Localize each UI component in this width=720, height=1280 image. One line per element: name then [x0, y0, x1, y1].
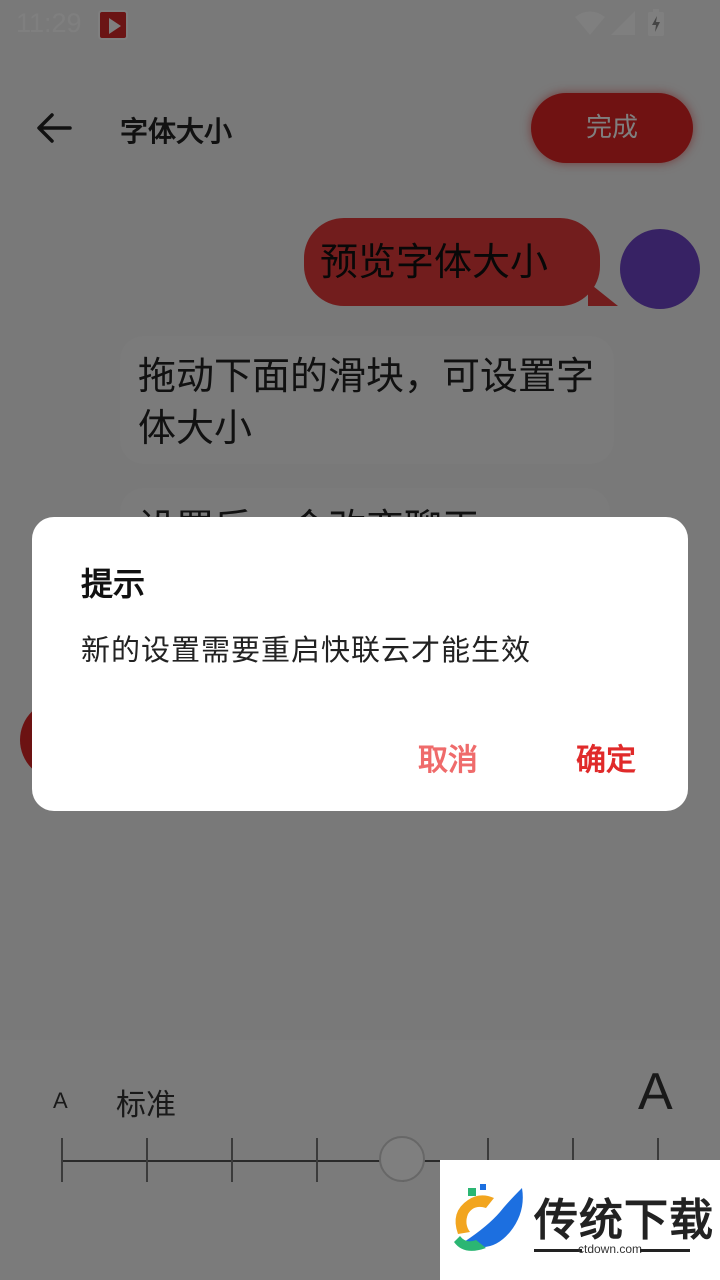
cancel-button[interactable]: 取消	[418, 735, 478, 779]
watermark-divider-left	[534, 1249, 582, 1252]
confirm-button[interactable]: 确定	[576, 735, 636, 779]
dialog-message: 新的设置需要重启快联云才能生效	[81, 633, 532, 667]
watermark-url: ctdown.com	[578, 1242, 643, 1256]
watermark-logo-icon	[454, 1184, 523, 1251]
watermark-title: 传统下载	[534, 1195, 714, 1246]
watermark: 传统下载 ctdown.com	[440, 1160, 720, 1280]
dialog-title: 提示	[81, 565, 146, 603]
watermark-divider-right	[640, 1249, 690, 1252]
restart-prompt-dialog: 提示 新的设置需要重启快联云才能生效 取消 确定	[32, 517, 688, 811]
